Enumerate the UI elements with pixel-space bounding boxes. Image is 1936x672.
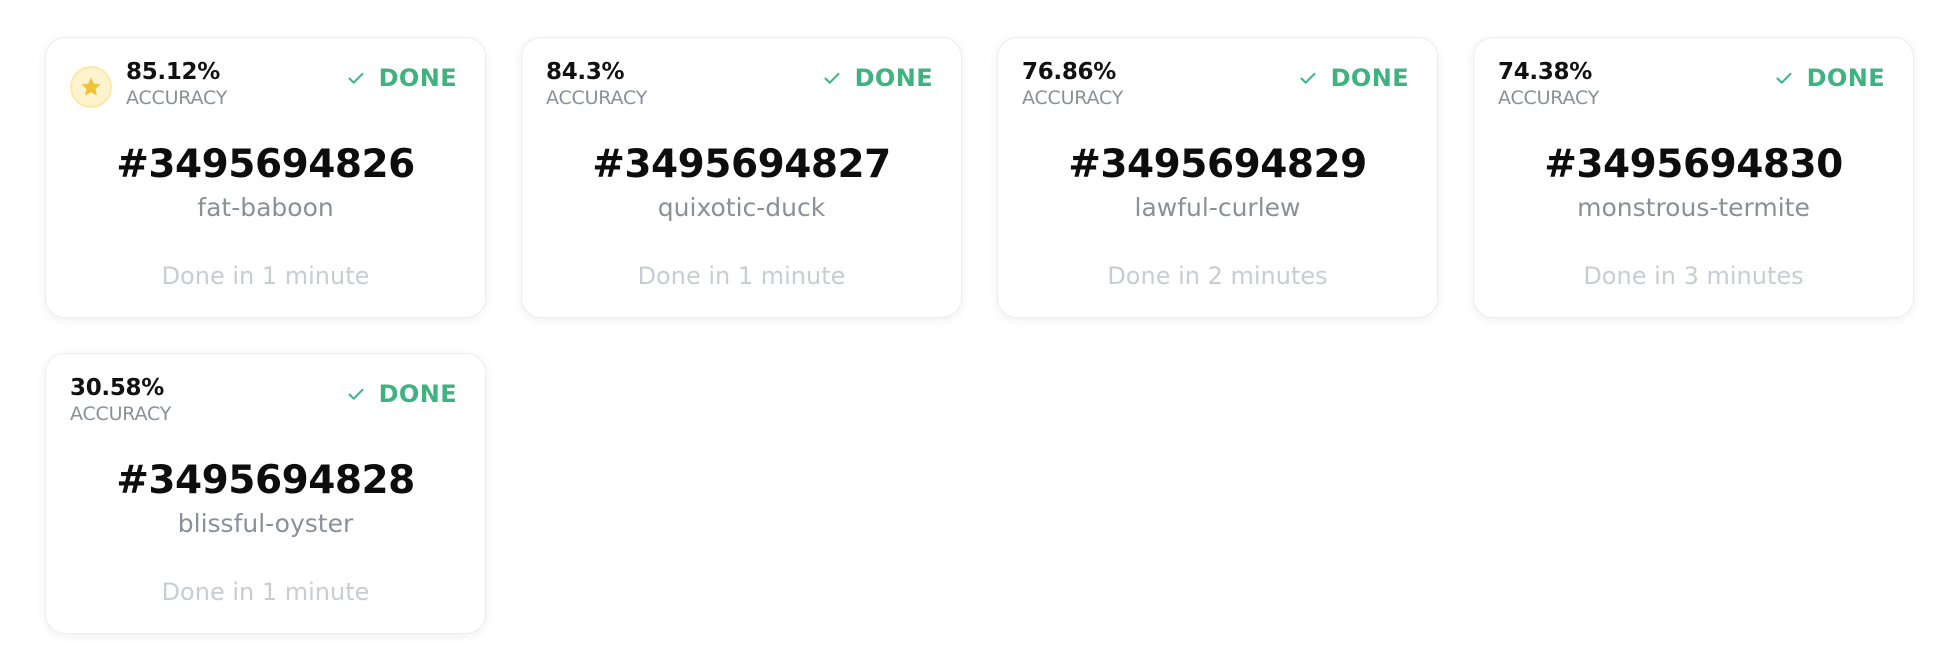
accuracy-label: ACCURACY <box>1022 87 1124 109</box>
check-icon <box>348 72 364 84</box>
accuracy-group: 84.3% ACCURACY <box>546 58 647 110</box>
run-id: #3495694829 <box>1068 142 1367 187</box>
accuracy-value: 85.12% <box>126 59 220 85</box>
star-badge <box>70 65 112 108</box>
status-badge: DONE <box>347 380 457 408</box>
check-icon <box>1776 72 1792 84</box>
accuracy-text: 76.86% ACCURACY <box>1022 58 1123 110</box>
status-text: DONE <box>1330 64 1409 92</box>
accuracy-value: 76.86% <box>1022 59 1116 85</box>
run-name: lawful-curlew <box>1134 193 1301 222</box>
run-duration: Done in 3 minutes <box>1583 262 1804 290</box>
run-id: #3495694830 <box>1544 142 1843 187</box>
status-text: DONE <box>854 64 933 92</box>
run-card[interactable]: 84.3% ACCURACY DONE #3495694827 quixotic… <box>521 37 962 318</box>
run-cards-grid: 85.12% ACCURACY DONE #3495694826 fat-bab… <box>45 37 1914 634</box>
accuracy-label: ACCURACY <box>1498 87 1600 109</box>
run-card[interactable]: 30.58% ACCURACY DONE #3495694828 blissfu… <box>45 353 486 634</box>
accuracy-label: ACCURACY <box>126 87 228 109</box>
run-duration: Done in 1 minute <box>161 262 370 290</box>
accuracy-value: 74.38% <box>1498 59 1592 85</box>
accuracy-text: 74.38% ACCURACY <box>1498 58 1599 110</box>
status-badge: DONE <box>1299 64 1409 92</box>
check-icon <box>1300 72 1316 84</box>
run-name: fat-baboon <box>197 193 334 222</box>
accuracy-group: 74.38% ACCURACY <box>1498 58 1599 110</box>
run-name: blissful-oyster <box>177 509 354 538</box>
accuracy-group: 85.12% ACCURACY <box>70 58 227 110</box>
run-card[interactable]: 85.12% ACCURACY DONE #3495694826 fat-bab… <box>45 37 486 318</box>
accuracy-text: 30.58% ACCURACY <box>70 374 171 426</box>
accuracy-text: 85.12% ACCURACY <box>126 58 227 110</box>
run-card[interactable]: 76.86% ACCURACY DONE #3495694829 lawful-… <box>997 37 1438 318</box>
accuracy-value: 30.58% <box>70 375 164 401</box>
run-card-header: 76.86% ACCURACY DONE <box>1022 58 1409 112</box>
status-badge: DONE <box>823 64 933 92</box>
status-badge: DONE <box>1775 64 1885 92</box>
run-card-header: 85.12% ACCURACY DONE <box>70 58 457 112</box>
accuracy-value: 84.3% <box>546 59 625 85</box>
run-card-header: 84.3% ACCURACY DONE <box>546 58 933 112</box>
run-name: quixotic-duck <box>657 193 826 222</box>
run-card-header: 30.58% ACCURACY DONE <box>70 374 457 428</box>
star-icon <box>81 77 101 95</box>
status-text: DONE <box>1806 64 1885 92</box>
run-name: monstrous-termite <box>1577 193 1810 222</box>
accuracy-text: 84.3% ACCURACY <box>546 58 647 110</box>
run-duration: Done in 1 minute <box>637 262 846 290</box>
run-duration: Done in 1 minute <box>161 578 370 606</box>
accuracy-group: 76.86% ACCURACY <box>1022 58 1123 110</box>
check-icon <box>348 388 364 400</box>
status-badge: DONE <box>347 64 457 92</box>
status-text: DONE <box>378 380 457 408</box>
run-id: #3495694827 <box>592 142 891 187</box>
accuracy-label: ACCURACY <box>546 87 648 109</box>
accuracy-label: ACCURACY <box>70 403 172 425</box>
run-card[interactable]: 74.38% ACCURACY DONE #3495694830 monstro… <box>1473 37 1914 318</box>
run-duration: Done in 2 minutes <box>1107 262 1328 290</box>
check-icon <box>824 72 840 84</box>
run-id: #3495694828 <box>116 458 415 503</box>
run-card-header: 74.38% ACCURACY DONE <box>1498 58 1885 112</box>
status-text: DONE <box>378 64 457 92</box>
run-id: #3495694826 <box>116 142 415 187</box>
accuracy-group: 30.58% ACCURACY <box>70 374 171 426</box>
